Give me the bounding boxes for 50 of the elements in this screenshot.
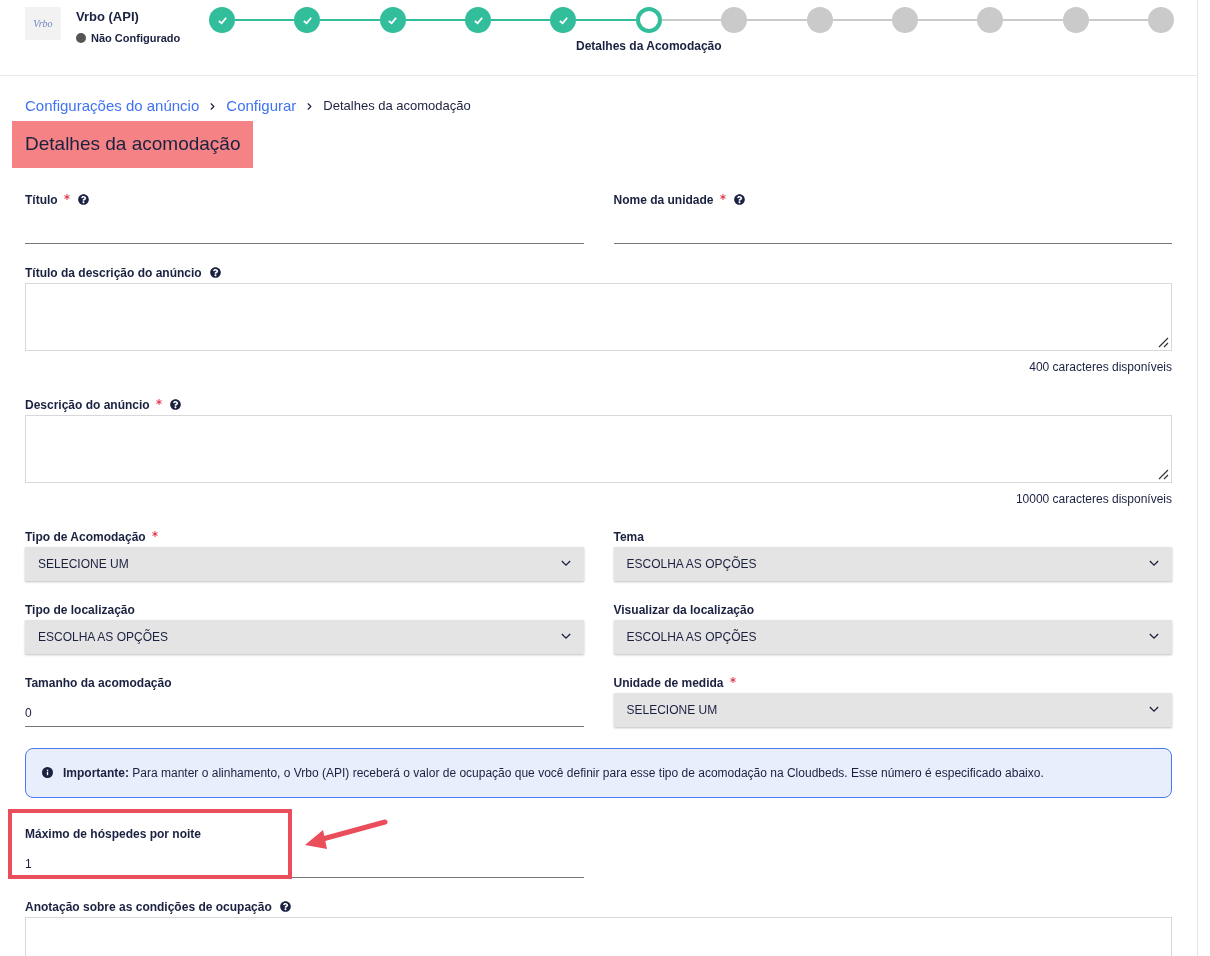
- resize-handle-icon[interactable]: [1157, 335, 1169, 348]
- vrbo-logo: Vrbo: [25, 7, 61, 40]
- notice-text: Importante: Para manter o alinhamento, o Vrbo (API) receberá o valor de ocupação que você definir para esse tipo de acomodação na Cloudbeds. Esse número é especificado abaixo.: [63, 764, 1044, 782]
- chevron-down-icon: [560, 633, 571, 640]
- field-label: Anotação sobre as condições de ocupação: [25, 898, 272, 916]
- textarea-field[interactable]: [25, 414, 1172, 483]
- select-dropdown[interactable]: SELECIONE UM: [25, 546, 584, 581]
- text-input[interactable]: 1: [25, 851, 584, 878]
- field-label: Tipo de localização: [25, 601, 135, 619]
- check-icon: [216, 14, 228, 26]
- field-label: Tipo de Acomodação: [25, 528, 146, 546]
- status-text: Não Configurado: [91, 30, 181, 46]
- text-input[interactable]: 0: [25, 700, 584, 727]
- page-heading: Detalhes da acomodação: [12, 121, 254, 168]
- help-icon[interactable]: [169, 399, 181, 410]
- field-label: Tema: [613, 528, 644, 546]
- help-icon[interactable]: [733, 194, 745, 205]
- chevron-down-icon: [1149, 560, 1159, 567]
- character-counter: 10000 caracteres disponíveis: [1014, 490, 1172, 508]
- help-icon[interactable]: [279, 901, 291, 912]
- chevron-down-icon: [1149, 706, 1159, 713]
- field-label: Nome da unidade: [613, 191, 714, 209]
- check-icon: [557, 14, 569, 26]
- field-label: Descrição do anúncio: [25, 396, 150, 414]
- field-label: Máximo de hóspedes por noite: [25, 825, 202, 843]
- channel-name: Vrbo (API): [76, 8, 140, 26]
- character-counter: 400 caracteres disponíveis: [1028, 358, 1172, 376]
- chevron-down-icon: [560, 560, 571, 567]
- check-icon: [472, 14, 484, 26]
- field-label: Título da descrição do anúncio: [25, 264, 202, 282]
- breadcrumb-link[interactable]: Configurar: [226, 94, 297, 118]
- select-dropdown[interactable]: ESCOLHA AS OPÇÕES: [613, 546, 1172, 581]
- select-dropdown[interactable]: ESCOLHA AS OPÇÕES: [613, 619, 1172, 654]
- help-icon[interactable]: [209, 267, 221, 278]
- textarea-field[interactable]: [25, 282, 1172, 351]
- field-label: Título: [25, 191, 58, 209]
- check-icon: [387, 14, 399, 26]
- field-label: Visualizar da localização: [613, 601, 754, 619]
- info-icon: [42, 766, 53, 778]
- check-icon: [301, 14, 313, 26]
- breadcrumb-link[interactable]: Configurações do anúncio: [25, 94, 200, 118]
- resize-handle-icon[interactable]: [1157, 467, 1169, 480]
- breadcrumb-current: Detalhes da acomodação: [323, 97, 471, 116]
- chevron-down-icon: [1149, 633, 1159, 640]
- field-label: Unidade de medida: [613, 674, 724, 692]
- step-label: Detalhes da Acomodação: [576, 38, 722, 55]
- select-dropdown[interactable]: SELECIONE UM: [613, 692, 1172, 727]
- field-label: Tamanho da acomodação: [25, 674, 172, 692]
- select-dropdown[interactable]: ESCOLHA AS OPÇÕES: [25, 619, 584, 654]
- help-icon[interactable]: [77, 194, 89, 205]
